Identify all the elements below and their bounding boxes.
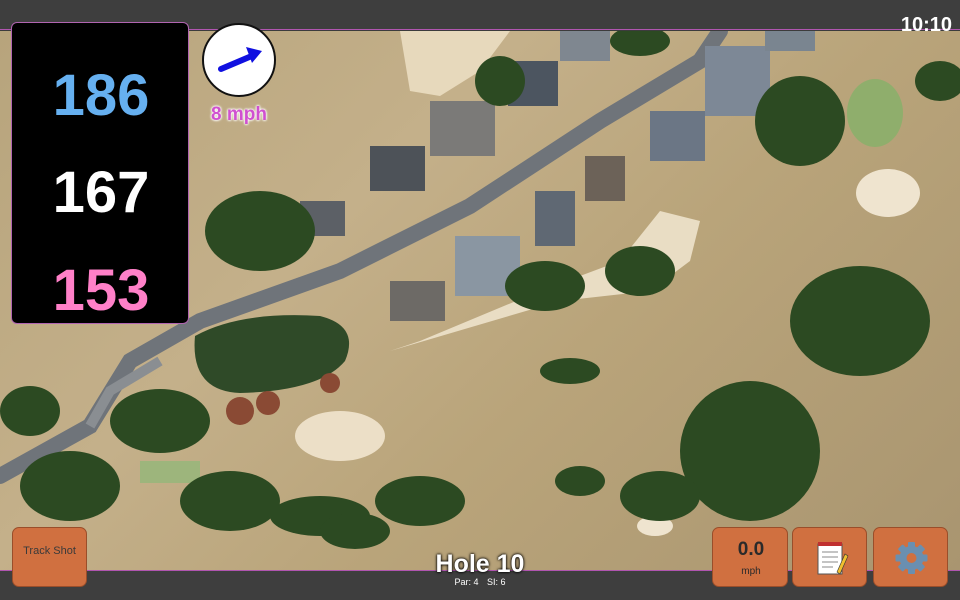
par-label: Par: 4	[454, 577, 479, 587]
golf-gps-screen: 10:10 186 167 153 8 mph Track Shot Hole …	[0, 0, 960, 600]
speed-value: 0.0	[737, 539, 765, 560]
track-shot-label: Track Shot	[23, 545, 76, 557]
back-yardage: 186	[52, 63, 150, 128]
wind-speed-label: 8 mph	[211, 104, 267, 125]
speed-unit: mph	[741, 566, 761, 577]
wind-indicator	[202, 23, 276, 97]
settings-button[interactable]	[873, 527, 948, 587]
front-yardage: 153	[52, 258, 150, 323]
notepad-icon	[817, 542, 849, 575]
hole-meta: Par: 4 SI: 6	[380, 577, 580, 587]
wind-arrow-icon	[218, 47, 262, 72]
yardage-panel: 186 167 153	[11, 22, 189, 324]
speed-button[interactable]: 0.0 mph	[712, 527, 788, 587]
gear-icon	[895, 542, 928, 574]
stroke-index-label: SI: 6	[487, 577, 506, 587]
track-shot-button[interactable]: Track Shot	[12, 527, 87, 587]
hole-title: Hole 10	[435, 550, 525, 578]
middle-yardage: 167	[52, 160, 150, 225]
notes-button[interactable]	[792, 527, 867, 587]
